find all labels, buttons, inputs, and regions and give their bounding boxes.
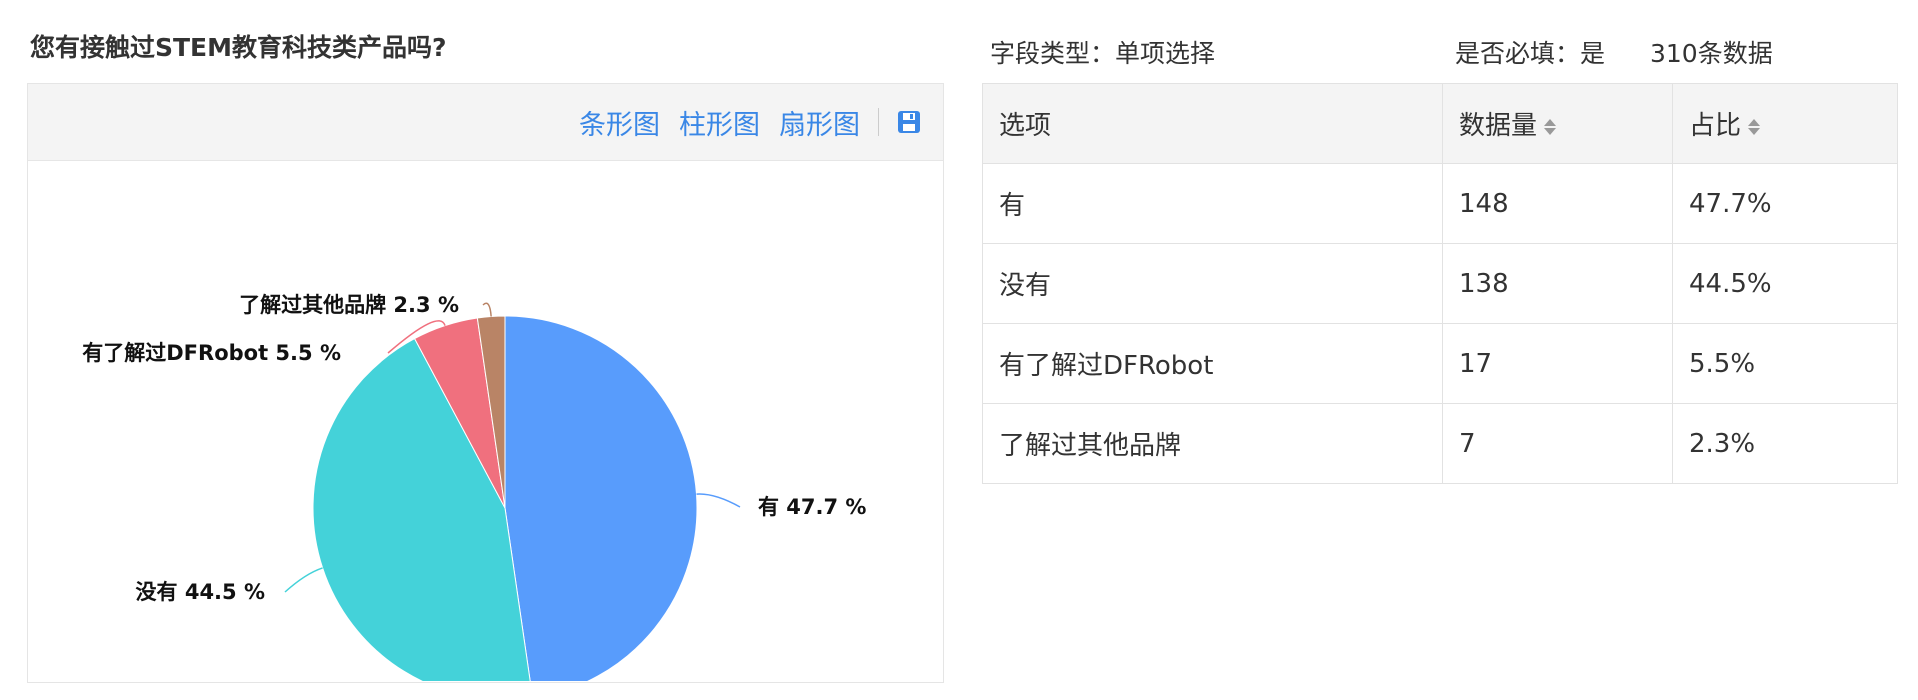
chart-panel: 条形图 柱形图 扇形图 有 47.7 % 没有 44.5 % 有了解过DFRobot… [27,83,944,683]
leader-line [284,567,323,593]
table-cell-option: 了解过其他品牌 [982,403,1443,484]
table-cell-count: 148 [1442,163,1673,244]
table-row: 了解过其他品牌 7 2.3% [982,403,1898,484]
sort-icon[interactable] [1543,118,1557,136]
column-header-label: 选项 [999,111,1052,141]
table-header-row: 选项 数据量 占比 [982,83,1898,164]
save-icon[interactable] [897,110,921,134]
leader-line [482,302,492,317]
toolbar-divider [878,108,879,136]
leader-line [696,493,741,508]
column-header-count[interactable]: 数据量 [1442,83,1673,164]
column-header-option: 选项 [982,83,1443,164]
sort-icon[interactable] [1747,118,1761,136]
table-cell-percent: 47.7% [1672,163,1898,244]
data-label: 有了解过DFRobot 5.5 % [82,341,341,365]
table-row: 有了解过DFRobot 17 5.5% [982,323,1898,404]
table-cell-count: 17 [1442,323,1673,404]
table-row: 没有 138 44.5% [982,243,1898,324]
field-type: 字段类型：单项选择 [990,39,1216,68]
column-header-label: 占比 [1689,111,1742,141]
pie-chart-button[interactable]: 扇形图 [779,103,860,142]
pie-chart: 有 47.7 % 没有 44.5 % 有了解过DFRobot 5.5 % 了解过其他品… [82,293,866,681]
data-label: 没有 44.5 % [136,580,265,604]
record-count: 310条数据 [1650,39,1773,68]
data-table: 选项 数据量 占比 有 148 47.7% 没有 138 44.5% 有了解过D… [982,83,1898,484]
table-cell-percent: 5.5% [1672,323,1898,404]
bar-chart-button[interactable]: 条形图 [579,103,660,142]
table-cell-option: 没有 [982,243,1443,324]
data-label: 了解过其他品牌 2.3 % [239,293,459,317]
question-title: 您有接触过STEM教育科技类产品吗? [30,33,447,62]
table-cell-percent: 2.3% [1672,403,1898,484]
pie-slice[interactable] [504,315,698,681]
column-chart-button[interactable]: 柱形图 [679,103,760,142]
table-cell-option: 有了解过DFRobot [982,323,1443,404]
data-label: 有 47.7 % [758,495,866,519]
chart-toolbar: 条形图 柱形图 扇形图 [28,84,943,161]
column-header-label: 数据量 [1459,111,1538,141]
table-cell-count: 138 [1442,243,1673,324]
table-cell-count: 7 [1442,403,1673,484]
table-cell-option: 有 [982,163,1443,244]
required-indicator: 是否必填：是 [1455,39,1606,68]
table-cell-percent: 44.5% [1672,243,1898,324]
table-row: 有 148 47.7% [982,163,1898,244]
column-header-percent[interactable]: 占比 [1672,83,1898,164]
